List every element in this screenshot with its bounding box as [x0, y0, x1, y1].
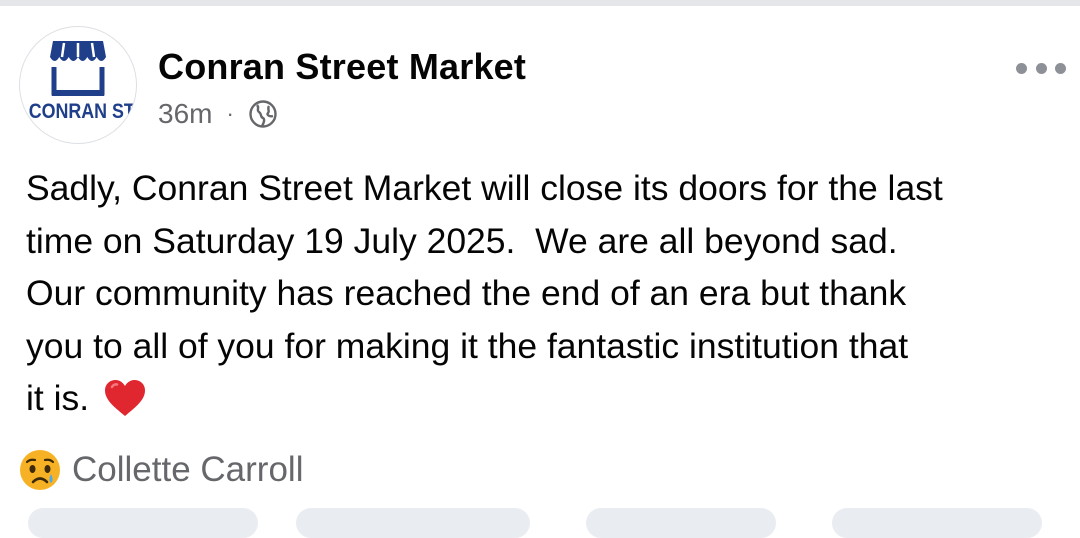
more-dot — [1055, 62, 1066, 74]
market-stall-logo-icon — [50, 41, 106, 96]
page-name-link[interactable]: Conran Street Market — [158, 46, 526, 88]
feed-post: CONRAN ST Conran Street Market 36m · Sad… — [0, 6, 1080, 538]
post-text-last-line: it is. — [26, 372, 1066, 425]
page-avatar[interactable]: CONRAN ST — [20, 27, 136, 143]
reactor-name: Collette Carroll — [72, 450, 304, 489]
avatar-logo-text: CONRAN ST — [28, 100, 135, 123]
reactions-summary[interactable]: Collette Carroll — [18, 448, 303, 492]
post-text-line: Our community has reached the end of an … — [26, 273, 907, 313]
post-meta: 36m · — [158, 94, 278, 134]
more-dot — [1035, 62, 1047, 74]
sad-crying-face-icon — [18, 448, 62, 492]
more-dot — [1016, 62, 1027, 74]
post-text: Sadly, Conran Street Market will close i… — [26, 162, 1066, 425]
more-options-icon[interactable] — [1016, 56, 1066, 80]
post-text-line: Sadly, Conran Street Market will close i… — [26, 168, 943, 208]
post-text-line: you to all of you for making it the fant… — [26, 325, 909, 366]
globe-icon — [248, 99, 278, 129]
post-timestamp[interactable]: 36m — [158, 98, 212, 130]
meta-separator: · — [226, 101, 234, 126]
post-text-line: time on Saturday 19 July 2025. We are al… — [26, 220, 898, 261]
red-heart-icon — [103, 378, 147, 418]
post-text-line: it is. — [26, 378, 90, 418]
